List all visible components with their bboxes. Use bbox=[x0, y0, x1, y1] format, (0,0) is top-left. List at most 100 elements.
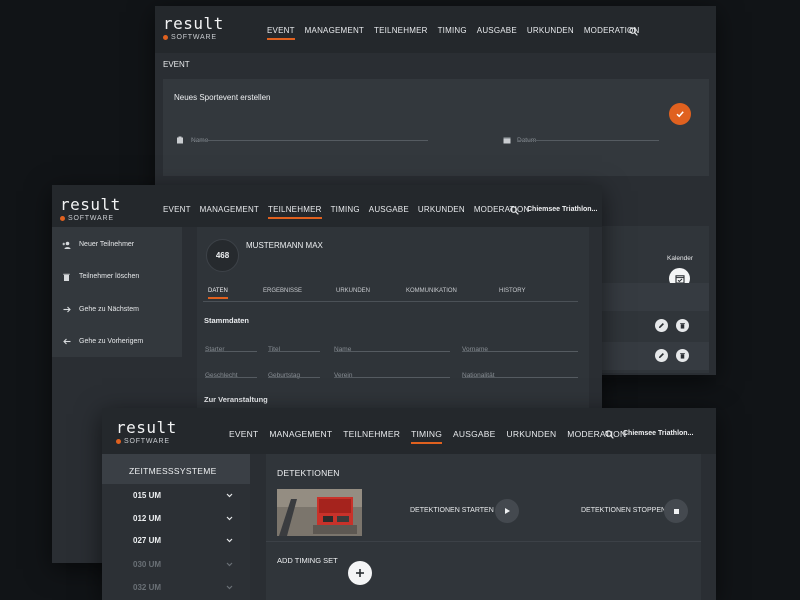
current-event-name[interactable]: Chiemsee Triathlon... bbox=[623, 430, 693, 437]
clipboard-icon bbox=[176, 131, 184, 144]
timing-system-item[interactable]: 012 UM bbox=[133, 514, 233, 523]
card-title: Neues Sportevent erstellen bbox=[174, 93, 271, 102]
add-timing-set-label: ADD TIMING SET bbox=[277, 556, 338, 565]
chevron-down-icon bbox=[226, 493, 233, 498]
top-nav-bar: result SOFTWARE EVENT MANAGEMENT TEILNEH… bbox=[102, 408, 716, 454]
next-participant-action[interactable]: Gehe zu Nächstem bbox=[62, 305, 139, 314]
result-software-logo[interactable]: result SOFTWARE bbox=[163, 16, 224, 42]
last-name-field[interactable]: Name bbox=[334, 338, 450, 353]
nav-teilnehmer[interactable]: TEILNEHMER bbox=[374, 26, 428, 40]
arrow-right-icon bbox=[62, 305, 71, 314]
name-field[interactable]: Name bbox=[191, 129, 428, 144]
start-detections-button[interactable] bbox=[495, 499, 519, 523]
timing-system-item[interactable]: 015 UM bbox=[133, 491, 233, 500]
previous-participant-action[interactable]: Gehe zu Vorherigem bbox=[62, 337, 143, 346]
add-timing-set-button[interactable] bbox=[348, 561, 372, 585]
calendar-check-icon bbox=[674, 274, 685, 284]
tab-urkunden[interactable]: URKUNDEN bbox=[336, 288, 370, 297]
pencil-icon bbox=[658, 323, 664, 329]
detections-panel: DETEKTIONEN DETEKTIONEN STARTEN DETEKTIO… bbox=[266, 454, 701, 600]
nav-teilnehmer[interactable]: TEILNEHMER bbox=[343, 429, 400, 444]
logo-dot bbox=[116, 439, 121, 444]
chevron-down-icon bbox=[226, 516, 233, 521]
search-icon[interactable] bbox=[605, 430, 614, 439]
arrow-left-icon bbox=[62, 337, 71, 346]
nav-event[interactable]: EVENT bbox=[267, 26, 295, 40]
calendar-label: Kalender bbox=[667, 255, 694, 262]
main-nav: EVENT MANAGEMENT TEILNEHMER TIMING AUSGA… bbox=[267, 26, 649, 40]
timing-systems-header: ZEITMESSSYSTEME bbox=[102, 454, 250, 484]
stop-detections-label: DETEKTIONEN STOPPEN bbox=[581, 507, 667, 514]
result-software-logo[interactable]: result SOFTWARE bbox=[60, 197, 121, 223]
participant-tabs: DATEN ERGEBNISSE URKUNDEN KOMMUNIKATION … bbox=[203, 286, 578, 302]
date-field[interactable]: Datum bbox=[517, 129, 659, 144]
zur-veranstaltung-heading: Zur Veranstaltung bbox=[204, 395, 268, 404]
timing-system-item[interactable]: 030 UM bbox=[133, 560, 233, 569]
new-participant-action[interactable]: Neuer Teilnehmer bbox=[62, 240, 134, 249]
search-icon[interactable] bbox=[629, 27, 638, 36]
edit-button[interactable] bbox=[655, 349, 668, 362]
timing-system-item[interactable]: 032 UM bbox=[133, 583, 233, 592]
nav-management[interactable]: MANAGEMENT bbox=[200, 205, 259, 219]
stop-detections-button[interactable] bbox=[664, 499, 688, 523]
nav-management[interactable]: MANAGEMENT bbox=[269, 429, 332, 444]
main-nav: EVENT MANAGEMENT TEILNEHMER TIMING AUSGA… bbox=[163, 205, 538, 219]
nav-timing[interactable]: TIMING bbox=[331, 205, 360, 219]
nav-urkunden[interactable]: URKUNDEN bbox=[527, 26, 574, 40]
search-icon[interactable] bbox=[510, 206, 519, 215]
nav-ausgabe[interactable]: AUSGABE bbox=[453, 429, 496, 444]
stammdaten-heading: Stammdaten bbox=[204, 316, 250, 325]
stop-icon bbox=[673, 508, 679, 514]
chevron-down-icon bbox=[226, 538, 233, 543]
edit-button[interactable] bbox=[655, 319, 668, 332]
title-field[interactable]: Titel bbox=[268, 338, 320, 353]
nav-event[interactable]: EVENT bbox=[163, 205, 191, 219]
divider bbox=[266, 541, 701, 542]
nav-teilnehmer[interactable]: TEILNEHMER bbox=[268, 205, 322, 219]
tab-kommunikation[interactable]: KOMMUNIKATION bbox=[406, 288, 457, 297]
main-nav: EVENT MANAGEMENT TEILNEHMER TIMING AUSGA… bbox=[229, 429, 637, 444]
chevron-down-icon bbox=[226, 562, 233, 567]
trash-icon bbox=[680, 353, 685, 359]
timing-system-item[interactable]: 027 UM bbox=[133, 536, 233, 545]
starter-field[interactable]: Starter bbox=[205, 338, 257, 353]
create-event-card: Neues Sportevent erstellen Name Datum bbox=[163, 79, 709, 176]
logo-dot bbox=[163, 35, 168, 40]
nav-timing[interactable]: TIMING bbox=[438, 26, 467, 40]
nav-moderation[interactable]: MODERATION bbox=[474, 205, 530, 219]
bib-number-badge: 468 bbox=[206, 239, 239, 272]
nav-management[interactable]: MANAGEMENT bbox=[305, 26, 364, 40]
result-software-logo[interactable]: result SOFTWARE bbox=[116, 420, 177, 446]
add-person-icon bbox=[62, 240, 71, 249]
trash-icon bbox=[62, 272, 71, 281]
calendar-icon bbox=[503, 131, 511, 144]
nav-timing[interactable]: TIMING bbox=[411, 429, 443, 444]
delete-button[interactable] bbox=[676, 349, 689, 362]
nav-urkunden[interactable]: URKUNDEN bbox=[507, 429, 557, 444]
nav-urkunden[interactable]: URKUNDEN bbox=[418, 205, 465, 219]
check-icon bbox=[676, 111, 684, 118]
nav-moderation[interactable]: MODERATION bbox=[567, 429, 626, 444]
top-nav-bar: result SOFTWARE EVENT MANAGEMENT TEILNEH… bbox=[155, 6, 716, 53]
tab-history[interactable]: HISTORY bbox=[499, 288, 525, 297]
gender-field[interactable]: Geschlecht bbox=[205, 364, 257, 379]
birthday-field[interactable]: Geburtstag bbox=[268, 364, 320, 379]
nav-ausgabe[interactable]: AUSGABE bbox=[369, 205, 409, 219]
delete-participant-action[interactable]: Teilnehmer löschen bbox=[62, 272, 139, 281]
start-detections-label: DETEKTIONEN STARTEN bbox=[410, 507, 494, 514]
current-event-name[interactable]: Chiemsee Triathlon... bbox=[527, 206, 597, 213]
tab-daten[interactable]: DATEN bbox=[208, 288, 228, 299]
chevron-down-icon bbox=[226, 585, 233, 590]
club-field[interactable]: Verein bbox=[334, 364, 450, 379]
participant-actions-sidebar: Neuer Teilnehmer Teilnehmer löschen Gehe… bbox=[52, 227, 182, 357]
delete-button[interactable] bbox=[676, 319, 689, 332]
tab-ergebnisse[interactable]: ERGEBNISSE bbox=[263, 288, 302, 297]
plus-icon bbox=[356, 569, 364, 577]
participant-name: MUSTERMANN MAX bbox=[246, 241, 323, 250]
first-name-field[interactable]: Vorname bbox=[462, 338, 578, 353]
nav-ausgabe[interactable]: AUSGABE bbox=[477, 26, 517, 40]
nav-event[interactable]: EVENT bbox=[229, 429, 258, 444]
confirm-button[interactable] bbox=[669, 103, 691, 125]
top-nav-bar: result SOFTWARE EVENT MANAGEMENT TEILNEH… bbox=[52, 185, 602, 227]
nationality-field[interactable]: Nationalität bbox=[462, 364, 578, 379]
